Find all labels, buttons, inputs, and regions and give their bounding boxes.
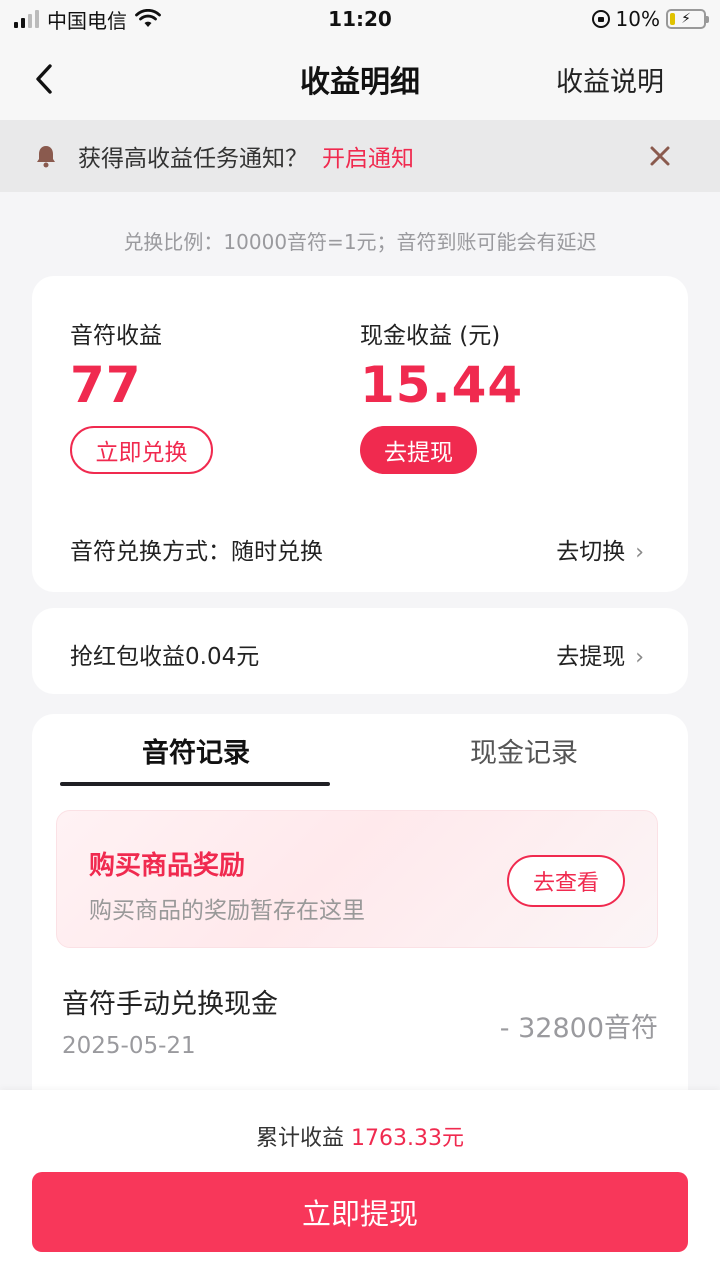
cash-earnings-label: 现金收益 (元) [360,323,501,349]
page-title: 收益明细 [300,65,420,100]
notification-banner: 获得高收益任务通知？ 开启通知 [0,120,720,192]
withdraw-now-button[interactable]: 立即提现 [32,1172,688,1252]
active-tab-indicator [60,782,330,786]
exchange-rate-note: 兑换比例：10000音符=1元；音符到账可能会有延迟 [123,230,597,254]
records-card: 音符记录 现金记录 购买商品奖励 购买商品的奖励暂存在这里 去查看 音符手动兑换… [32,714,688,1114]
promo-title: 购买商品奖励 [89,851,246,881]
chevron-right-icon: › [635,540,644,565]
total-earnings-label: 累计收益 [256,1126,345,1151]
view-rewards-button[interactable]: 去查看 [507,855,625,907]
earnings-info-link[interactable]: 收益说明 [556,60,664,99]
signal-icon [14,10,39,28]
notice-text: 获得高收益任务通知？ [78,146,308,172]
note-earnings-value: 77 [70,356,142,414]
cash-withdraw-button[interactable]: 去提现 [360,426,477,474]
enable-notification-link[interactable]: 开启通知 [322,139,414,173]
record-amount: - 32800音符 [499,1013,658,1044]
status-bar: 中国电信 11:20 10% ⚡ [0,0,720,38]
note-earnings: 音符收益 77 立即兑换 [70,316,213,474]
wifi-icon [135,9,161,27]
total-earnings: 累计收益 1763.33元 [0,1120,720,1152]
records-tabs: 音符记录 现金记录 [32,714,688,786]
earnings-card: 音符收益 77 立即兑换 现金收益 (元) 15.44 去提现 音符兑换方式：随… [32,276,688,592]
red-packet-withdraw-link[interactable]: 去提现 › [556,637,644,671]
battery-percent: 10% [615,7,660,31]
total-earnings-value: 1763.33元 [351,1126,464,1151]
bell-icon [37,146,55,168]
carrier-label: 中国电信 [47,8,127,33]
red-packet-withdraw-label: 去提现 [556,644,626,670]
switch-mode-label: 去切换 [556,539,626,565]
tab-note-records[interactable]: 音符记录 [32,714,360,786]
battery-charging-icon: ⚡ [666,9,709,29]
close-icon[interactable] [648,144,672,168]
promo-subtitle: 购买商品的奖励暂存在这里 [89,898,365,924]
red-packet-row[interactable]: 抢红包收益0.04元 去提现 › [70,637,644,671]
status-left: 中国电信 [14,5,161,34]
cash-earnings: 现金收益 (元) 15.44 去提现 [360,316,523,474]
nav-bar: 收益明细 收益说明 [0,38,720,120]
exchange-mode-row[interactable]: 音符兑换方式：随时兑换 去切换 › [70,532,644,566]
chevron-left-icon[interactable] [28,62,62,96]
status-right: 10% ⚡ [591,7,709,31]
tab-cash-records[interactable]: 现金记录 [360,714,688,786]
red-packet-label: 抢红包收益0.04元 [70,644,260,670]
bottom-bar: 累计收益 1763.33元 立即提现 [0,1090,720,1280]
chevron-right-icon: › [635,645,644,670]
exchange-now-button[interactable]: 立即兑换 [70,426,213,474]
purchase-reward-banner: 购买商品奖励 购买商品的奖励暂存在这里 去查看 [56,810,658,948]
exchange-mode-label: 音符兑换方式：随时兑换 [70,539,323,565]
rotation-lock-icon [591,10,610,28]
list-item: 音符手动兑换现金 2025-05-21 - 32800音符 [62,982,658,1059]
switch-mode-link[interactable]: 去切换 › [556,532,644,566]
note-earnings-label: 音符收益 [70,323,162,349]
red-packet-card: 抢红包收益0.04元 去提现 › [32,608,688,694]
cash-earnings-value: 15.44 [360,356,524,414]
